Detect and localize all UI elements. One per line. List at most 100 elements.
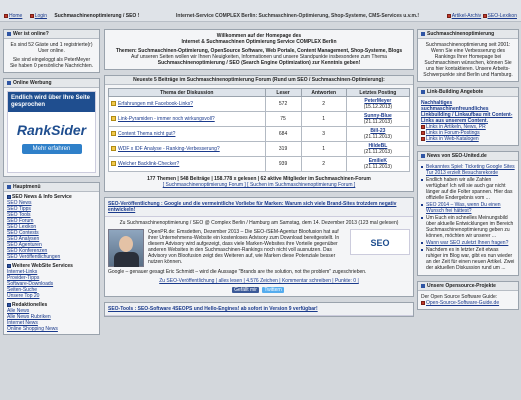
- menu-item[interactable]: SEO Veröffentlichungen: [7, 254, 96, 260]
- ad-cta-button[interactable]: Mehr erfahren: [21, 144, 82, 154]
- seo-service-header: Suchmaschinenoptimierung: [418, 30, 518, 39]
- topic-link[interactable]: WDF x IDF Analyse - Ranking-Verbesserung…: [118, 146, 220, 152]
- seo-united-news-box: News von SEO-United.de Bekanntes Spiel: …: [417, 151, 519, 276]
- lexikon-icon: [482, 13, 487, 18]
- article-footer[interactable]: Zu SEO-Veröffentlichung | alles lesen | …: [108, 278, 410, 284]
- seo-service-body: Suchmaschinenoptimierung seit 2001: Wenn…: [423, 42, 513, 78]
- archive-icon: [446, 13, 451, 18]
- list-item: Nachdem es in letzter Zeit etwas ruhiger…: [421, 247, 515, 271]
- oss-link[interactable]: Open-Source-Software-Guide.de: [421, 300, 515, 306]
- menu-item[interactable]: Online Shopping News: [7, 326, 96, 332]
- forum-box: Neueste 5 Beiträge im Suchmaschinenoptim…: [104, 75, 414, 192]
- login-link[interactable]: Login: [29, 13, 50, 19]
- ad-headline: Endlich wird über Ihre Seite gesprochen: [8, 92, 95, 112]
- bullet-icon: [421, 130, 425, 135]
- online-ad-header: Online Werbung: [4, 79, 99, 88]
- twitter-button[interactable]: Twittern: [262, 287, 284, 293]
- seo-united-list: Bekanntes Spiel: Ticketing Google Sites …: [418, 161, 518, 275]
- news-icon: [421, 153, 425, 158]
- topic-link[interactable]: Content Thema nicht gut?: [118, 131, 175, 137]
- artikel-archiv-link[interactable]: Artikel-Archiv: [446, 13, 481, 19]
- section-icon: [7, 263, 11, 268]
- bullet-icon: [421, 300, 425, 305]
- breadcrumb: Suchmaschinenoptimierung / SEO !: [54, 13, 140, 19]
- online-ad-box: Online Werbung Endlich wird über Ihre Se…: [3, 78, 100, 177]
- table-row: Content Thema nicht gut? 684 3 Bill-23 (2…: [108, 126, 411, 142]
- seo-lexikon-link[interactable]: SEO-Lexikon: [482, 13, 517, 19]
- list-item: Um Euch ein schnelles Meinungsbild über …: [421, 215, 515, 239]
- topic-link[interactable]: Link-Pyramiden - immer noch wirkungsvoll…: [118, 116, 215, 122]
- topic-icon: [111, 131, 116, 137]
- bullet-icon: [421, 136, 425, 141]
- list-item[interactable]: SEO 2014 – Was, wenn Du einen Wunsch fre…: [421, 202, 515, 214]
- top-bar: Home Login Suchmaschinenoptimierung / SE…: [0, 0, 521, 22]
- left-column: Wer ist online? Es sind 52 Gäste und 1 r…: [3, 29, 100, 340]
- forum-links[interactable]: [ Suchmaschinenoptimierung Forum ] [ Suc…: [108, 182, 410, 188]
- topic-link[interactable]: Erfahrungen mit Facebook-Links?: [118, 101, 193, 107]
- link-building-header: Link-Building Angebote: [418, 88, 518, 97]
- menu-icon: [7, 184, 11, 189]
- site-title: Internet-Service COMPLEX Berlin: Suchmas…: [176, 13, 420, 19]
- who-online-body: Es sind 52 Gäste und 1 registrierte(r) U…: [9, 42, 94, 69]
- link-item[interactable]: Links in Web-Katalogen: [421, 136, 515, 142]
- welcome-subtitle: Internet & Suchmaschinen Optimierung Ser…: [181, 39, 337, 45]
- topic-link[interactable]: Welcher Backlink-Checker?: [118, 161, 179, 167]
- main-menu-box: Hauptmenü SEO News & Info Service SEO Ne…: [3, 182, 100, 335]
- table-row: Erfahrungen mit Facebook-Links? 572 2 Pe…: [108, 96, 411, 112]
- login-icon: [29, 13, 34, 18]
- who-online-box: Wer ist online? Es sind 52 Gäste und 1 r…: [3, 29, 100, 73]
- seo-image: SEO: [350, 229, 410, 255]
- home-link[interactable]: Home: [4, 13, 25, 19]
- ad-icon: [7, 80, 11, 85]
- info-icon: [421, 31, 425, 36]
- opensource-box: Unsere Opensource-Projekte Der Open Sour…: [417, 281, 519, 310]
- link-building-body: Nachhaltiges suchmaschinenfreundliches L…: [418, 97, 518, 145]
- link-building-text[interactable]: Nachhaltiges suchmaschinenfreundliches L…: [421, 100, 515, 124]
- main-menu-header: Hauptmenü: [4, 183, 99, 192]
- ad-brand: RankSider: [16, 122, 87, 138]
- author-photo: [108, 229, 144, 267]
- article-title[interactable]: SEO-Veröffentlichung : Google und die ve…: [105, 198, 413, 217]
- ranksider-ad[interactable]: Endlich wird über Ihre Seite gesprochen …: [7, 91, 96, 173]
- forum-table-wrap: Thema der Diskussion Leser Antworten Let…: [105, 85, 413, 191]
- main-menu-list: SEO News & Info Service SEO News SEO Tip…: [4, 192, 99, 334]
- project-icon: [421, 283, 425, 288]
- table-row: Link-Pyramiden - immer noch wirkungsvoll…: [108, 111, 411, 127]
- topic-icon: [111, 146, 116, 152]
- link-building-box: Link-Building Angebote Nachhaltiges such…: [417, 87, 519, 146]
- news-article-2: SEO-Tools : SEO-Software 4SEOPS und Hell…: [104, 302, 414, 317]
- users-icon: [7, 31, 11, 36]
- topic-icon: [111, 116, 116, 122]
- forum-table: Thema der Diskussion Leser Antworten Let…: [108, 88, 411, 172]
- article-title[interactable]: SEO-Tools : SEO-Software 4SEOPS und Hell…: [105, 303, 413, 316]
- article-quote: Google – genauer gesagt Eric Schmidt – w…: [108, 269, 367, 275]
- facebook-like-button[interactable]: Gefällt mir: [232, 287, 259, 293]
- news-article-1: SEO-Veröffentlichung : Google und die ve…: [104, 197, 414, 297]
- social-buttons: Gefällt mir Twittern: [108, 287, 410, 293]
- article-meta: Zu Suchmaschinenoptimierung / SEO @ Comp…: [119, 220, 399, 226]
- welcome-box: Willkommen auf der Homepage des Internet…: [104, 29, 414, 70]
- list-item[interactable]: Wann war SEO zuletzt Ihnen fragen?: [421, 240, 515, 246]
- opensource-header: Unsere Opensource-Projekte: [418, 282, 518, 291]
- forum-table-header: Thema der Diskussion Leser Antworten Let…: [108, 88, 411, 97]
- table-row: WDF x IDF Analyse - Ranking-Verbesserung…: [108, 141, 411, 157]
- welcome-text: Willkommen auf der Homepage des Internet…: [105, 30, 413, 69]
- main-column: Willkommen auf der Homepage des Internet…: [104, 29, 414, 322]
- forum-header: Neueste 5 Beiträge im Suchmaschinenoptim…: [105, 76, 413, 85]
- opensource-body: Der Open Source Software Guide: Open-Sou…: [418, 291, 518, 309]
- seo-united-header: News von SEO-United.de: [418, 152, 518, 161]
- right-column: Suchmaschinenoptimierung Suchmaschinenop…: [417, 29, 519, 315]
- section-icon: [7, 302, 11, 307]
- list-item[interactable]: Bekanntes Spiel: Ticketing Google Sites …: [421, 164, 515, 176]
- menu-item[interactable]: Unsere Top 20: [7, 293, 96, 299]
- article-body: Zu Suchmaschinenoptimierung / SEO @ Comp…: [105, 217, 413, 296]
- who-online-header: Wer ist online?: [4, 30, 99, 39]
- seo-service-box: Suchmaschinenoptimierung Suchmaschinenop…: [417, 29, 519, 82]
- top-right-nav: Artikel-Archiv SEO-Lexikon: [446, 13, 517, 19]
- topic-icon: [111, 161, 116, 167]
- bullet-icon: [421, 124, 425, 129]
- home-icon: [4, 13, 8, 18]
- section-icon: [7, 194, 11, 199]
- topic-icon: [111, 101, 116, 107]
- table-row: Welcher Backlink-Checker? 939 2 EmilieK(…: [108, 156, 411, 172]
